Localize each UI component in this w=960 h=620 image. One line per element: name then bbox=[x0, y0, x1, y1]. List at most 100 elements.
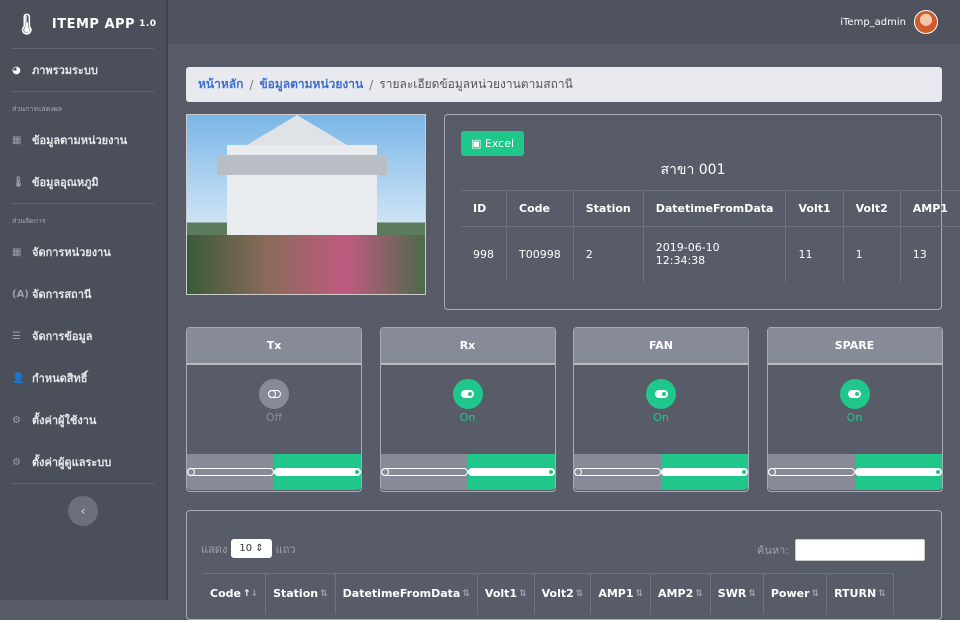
toggle-on-icon bbox=[274, 468, 361, 476]
station-data-table: ID Code Station DatetimeFromData Volt1 Volt2 A… bbox=[461, 190, 960, 282]
table-cell: 998 bbox=[461, 226, 507, 282]
breadcrumb: หน้าหลัก / ข้อมูลตามหน่วยงาน / รายละเอียดข… bbox=[186, 67, 942, 102]
sort-icon: ⇅ bbox=[811, 588, 820, 599]
device-status: On bbox=[653, 411, 669, 424]
toggle-off-icon bbox=[767, 467, 855, 476]
device-status-indicator bbox=[259, 379, 289, 409]
sidebar-item[interactable]: ⚙ ตั้งค่าผู้ใช้งาน bbox=[0, 399, 166, 441]
turn-off-button[interactable] bbox=[767, 454, 855, 490]
station-photo bbox=[186, 114, 426, 295]
sidebar-item[interactable]: ⚙ ตั้งค่าผู้ดูแลระบบ bbox=[0, 441, 166, 483]
device-name: Tx bbox=[187, 328, 361, 365]
sortable-column-header[interactable]: Volt1 ⇅ bbox=[478, 573, 535, 614]
turn-off-button[interactable] bbox=[380, 454, 468, 490]
search-label: ค้นหา: bbox=[756, 544, 789, 557]
breadcrumb-department[interactable]: ข้อมูลตามหน่วยงาน bbox=[259, 75, 363, 94]
user-lock-icon: 👤 bbox=[12, 372, 25, 384]
device-status: On bbox=[459, 411, 476, 424]
device-card-rx: Rx On bbox=[379, 327, 556, 492]
chevron-left-icon: ‹ bbox=[80, 504, 86, 518]
antenna-icon: (A) bbox=[12, 288, 29, 300]
sortable-column-header[interactable]: AMP1 ⇅ bbox=[591, 573, 652, 614]
sidebar-item[interactable]: 🌡 ข้อมูลอุณหภูมิ bbox=[0, 161, 166, 203]
sortable-column-header[interactable]: Station ⇅ bbox=[266, 573, 336, 614]
toggle-on-icon bbox=[461, 390, 474, 398]
toggle-on-icon bbox=[848, 390, 861, 398]
sortable-column-header[interactable]: Power ⇅ bbox=[764, 573, 828, 614]
app-logo[interactable]: 🌡 ITEMP APP 1.0 bbox=[0, 0, 166, 48]
sortable-column-header[interactable]: RTURN ⇅ bbox=[827, 573, 894, 614]
toggle-on-icon bbox=[661, 468, 748, 476]
sidebar-item[interactable]: ▦ จัดการหน่วยงาน bbox=[0, 231, 166, 273]
sidebar-item-overview[interactable]: ◕ ภาพรวมระบบ bbox=[0, 49, 166, 91]
page-length-select[interactable]: 10 ⇕ bbox=[231, 539, 272, 558]
table-cell: 2 bbox=[573, 226, 644, 282]
sort-icon: ⇅ bbox=[635, 588, 644, 599]
sortable-column-header[interactable]: SWR ⇅ bbox=[711, 573, 764, 614]
sortable-column-header[interactable]: Code ↑↓ bbox=[203, 573, 267, 614]
avatar[interactable] bbox=[914, 10, 938, 34]
table-cell: 1 bbox=[843, 226, 901, 282]
dashboard-icon: ◕ bbox=[12, 64, 21, 76]
table-cell: 2019-06-10 12:34:38 bbox=[643, 226, 787, 282]
database-icon: ☰ bbox=[12, 330, 21, 342]
sortable-column-header[interactable]: DatetimeFromData ⇅ bbox=[336, 573, 478, 614]
section-label: ส่วนการแสดงผล bbox=[12, 105, 63, 113]
show-label: แสดง bbox=[201, 542, 228, 556]
column-header: AMP1 bbox=[900, 190, 960, 227]
toggle-off-icon bbox=[574, 467, 661, 476]
toggle-on-icon bbox=[654, 390, 668, 398]
turn-on-button[interactable] bbox=[854, 454, 942, 490]
sortable-column-header[interactable]: Volt2 ⇅ bbox=[535, 573, 592, 614]
turn-off-button[interactable] bbox=[574, 454, 661, 490]
sort-icon: ⇅ bbox=[748, 588, 756, 599]
toggle-off-icon bbox=[267, 389, 281, 398]
rows-label: แถว bbox=[275, 542, 296, 556]
sort-icon: ⇅ bbox=[878, 588, 886, 599]
device-status: On bbox=[846, 411, 863, 424]
thermometer-icon: 🌡 bbox=[14, 12, 40, 36]
device-card-tx: Tx Off bbox=[186, 327, 362, 492]
sort-icon: ⇅ bbox=[462, 588, 470, 599]
sort-icon: ⇅ bbox=[320, 588, 328, 599]
sidebar-item[interactable]: ☰ จัดการข้อมูล bbox=[0, 315, 166, 357]
sort-icon: ↑↓ bbox=[242, 588, 259, 599]
sidebar-item[interactable]: ▦ ข้อมูลตามหน่วยงาน bbox=[0, 119, 166, 161]
thermometer-icon: 🌡 bbox=[12, 176, 25, 188]
building-icon: ▦ bbox=[12, 246, 22, 258]
device-card-spare: SPARE On bbox=[766, 327, 943, 492]
table-row: 998T0099822019-06-10 12:34:381111325 bbox=[461, 226, 960, 282]
device-status-indicator bbox=[839, 379, 870, 409]
turn-off-button[interactable] bbox=[187, 454, 274, 490]
sidebar-item[interactable]: 👤 กำหนดสิทธิ์ bbox=[0, 357, 166, 399]
device-name: FAN bbox=[574, 328, 748, 365]
column-header: Code bbox=[506, 190, 574, 227]
device-card-fan: FAN On bbox=[573, 327, 749, 492]
device-status-indicator bbox=[452, 379, 483, 409]
toggle-off-icon bbox=[380, 467, 468, 476]
excel-export-button[interactable]: ▣ Excel bbox=[461, 131, 525, 156]
sort-icon: ⇅ bbox=[575, 588, 584, 599]
breadcrumb-current: รายละเอียดข้อมูลหน่วยงานตามสถานี bbox=[379, 77, 573, 91]
column-header: ID bbox=[461, 190, 507, 227]
topbar: iTemp_admin bbox=[168, 0, 960, 44]
data-list-card: แสดง 10 ⇕ แถว ค้นหา: Code ↑↓ Station ⇅ Datetim… bbox=[186, 510, 942, 620]
sidebar-item[interactable]: (A) จัดการสถานี bbox=[0, 273, 166, 315]
device-name: SPARE bbox=[767, 328, 942, 365]
column-header: DatetimeFromData bbox=[643, 190, 787, 227]
sortable-column-header[interactable]: AMP2 ⇅ bbox=[651, 573, 711, 614]
turn-on-button[interactable] bbox=[274, 454, 361, 490]
column-header: Station bbox=[573, 190, 644, 227]
turn-on-button[interactable] bbox=[661, 454, 748, 490]
file-excel-icon: ▣ bbox=[471, 137, 485, 150]
device-name: Rx bbox=[380, 328, 555, 365]
turn-on-button[interactable] bbox=[467, 454, 555, 490]
search-input[interactable] bbox=[795, 539, 925, 561]
collapse-sidebar-button[interactable]: ‹ bbox=[68, 496, 98, 526]
table-cell: T00998 bbox=[506, 226, 574, 282]
username[interactable]: iTemp_admin bbox=[840, 17, 906, 28]
breadcrumb-home[interactable]: หน้าหลัก bbox=[198, 75, 243, 94]
cogs-icon: ⚙ bbox=[12, 456, 21, 468]
station-info-card: ▣ Excel สาขา 001 ID Code Station DatetimeFr… bbox=[444, 114, 960, 310]
sort-icon: ⇅ bbox=[519, 588, 527, 599]
